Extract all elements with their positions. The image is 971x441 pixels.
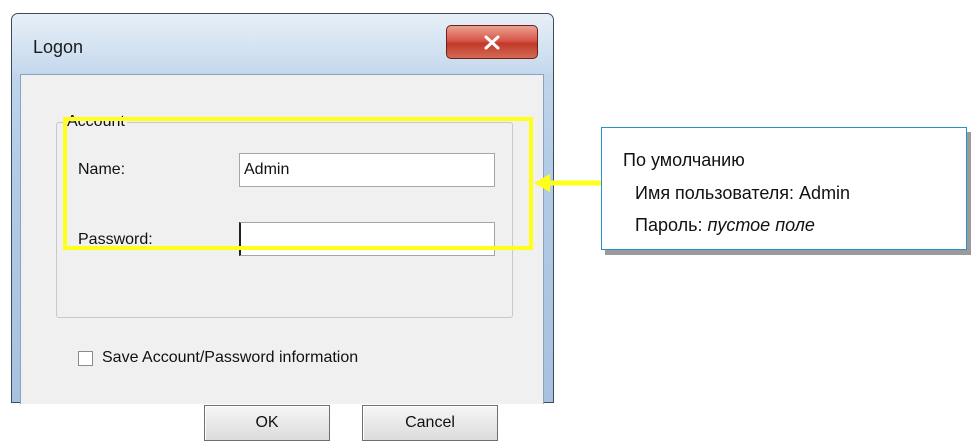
- callout-password: Пароль: пустое поле: [635, 215, 815, 236]
- callout-title: По умолчанию: [623, 150, 745, 170]
- window-title: Logon: [33, 37, 84, 57]
- default-credentials-callout: По умолчанию Имя пользователя: Admin Пар…: [601, 127, 967, 250]
- save-info-checkbox[interactable]: [78, 350, 93, 366]
- save-info-row[interactable]: Save Account/Password information: [78, 349, 358, 367]
- callout-password-prefix: Пароль:: [635, 215, 708, 235]
- arrow-left-icon: [534, 174, 601, 192]
- close-button[interactable]: [446, 25, 538, 59]
- ok-button[interactable]: OK: [204, 405, 330, 441]
- callout-username: Имя пользователя: Admin: [635, 183, 851, 203]
- save-info-label[interactable]: Save Account/Password information: [102, 349, 358, 367]
- title-bar[interactable]: Logon: [12, 14, 553, 74]
- close-icon: [484, 35, 500, 49]
- credentials-highlight-frame: [63, 117, 533, 250]
- cancel-button[interactable]: Cancel: [362, 405, 498, 441]
- callout-password-hint: пустое поле: [707, 215, 815, 235]
